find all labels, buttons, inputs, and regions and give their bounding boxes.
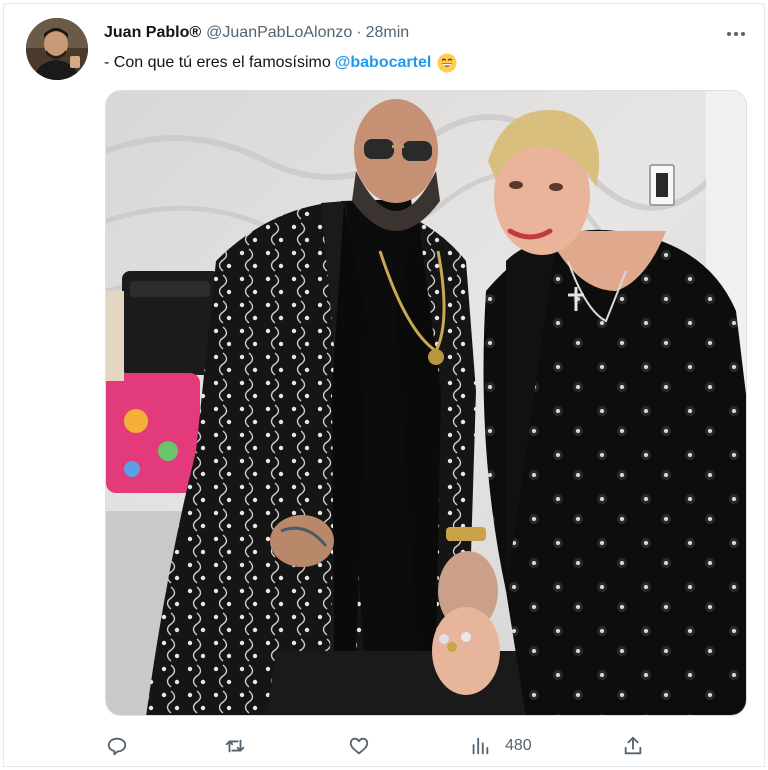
timestamp[interactable]: 28min [366, 24, 410, 42]
tweet-photo[interactable] [105, 90, 747, 716]
tweet-card[interactable]: Juan Pablo ® @JuanPabLoAlonzo · 28min - … [3, 3, 765, 767]
views-count: 480 [505, 737, 532, 754]
separator-dot: · [356, 24, 362, 41]
photo-image [106, 91, 746, 715]
views-button[interactable]: 480 [469, 732, 532, 760]
share-icon [624, 736, 642, 755]
mention-link[interactable]: @babocartel [335, 54, 432, 72]
tweet-header: Juan Pablo ® @JuanPabLoAlonzo · 28min [104, 24, 409, 46]
retweet-button[interactable] [224, 732, 246, 760]
registered-mark: ® [189, 24, 202, 41]
reply-icon [107, 737, 127, 756]
avatar[interactable] [26, 18, 88, 80]
avatar-photo [26, 18, 88, 80]
heart-icon [349, 737, 369, 755]
views-bars-icon [472, 737, 489, 755]
share-button[interactable] [622, 732, 644, 760]
tweet-text-body: - Con que tú eres el famosísimo [104, 54, 331, 71]
more-options-icon[interactable] [724, 26, 748, 42]
user-handle[interactable]: @JuanPabLoAlonzo [206, 24, 352, 42]
tweet-actions: 480 [104, 732, 664, 760]
like-button[interactable] [348, 732, 370, 760]
retweet-icon [225, 739, 245, 753]
grinning-face-emoji-icon [437, 53, 457, 73]
reply-button[interactable] [106, 732, 128, 760]
tweet-text: - Con que tú eres el famosísimo @babocar… [104, 53, 457, 73]
display-name[interactable]: Juan Pablo [104, 24, 189, 42]
